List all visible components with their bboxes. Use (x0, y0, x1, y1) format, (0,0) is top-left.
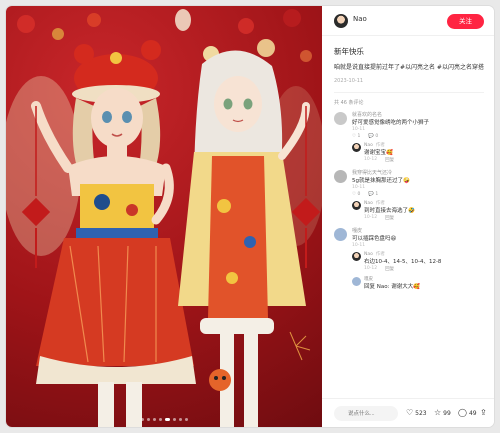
reply-button[interactable]: 回复 (385, 157, 394, 164)
author-name[interactable]: Nao (353, 15, 367, 23)
comment-actions: ♡ 1 💬 0 (352, 133, 484, 140)
comment-item: 就喜欢的名名 好可爱感觉像绣吃的两个小狮子 10-11 ♡ 1 💬 0 Nao 作… (334, 112, 484, 164)
reply-actions: 10-12 回复 (364, 215, 484, 222)
comment-count: 49 (468, 409, 477, 417)
reply-actions: 10-12 回复 (364, 266, 484, 273)
commenter-avatar[interactable] (334, 170, 347, 183)
favorite-button[interactable]: ☆ 99 (434, 409, 451, 417)
comment-text: 好可爱感觉像绣吃的两个小狮子 (352, 120, 430, 126)
reply-author-name: Nao (364, 201, 373, 206)
photo-illustration (6, 9, 322, 427)
carousel-indicator[interactable] (6, 418, 322, 421)
comment-button[interactable]: ◯ 49 (458, 409, 477, 417)
reply-date: 10-12 (364, 157, 378, 162)
chat-bubble-icon: ◯ (458, 408, 467, 417)
comment-like-button[interactable]: ♡ 1 (352, 133, 360, 140)
commenter-avatar[interactable] (334, 112, 347, 125)
reply-avatar[interactable] (352, 277, 361, 286)
comment-reply-button[interactable]: 💬 1 (368, 191, 378, 198)
comments-count: 共 46 条评论 (334, 100, 364, 106)
carousel-dot[interactable] (140, 418, 144, 421)
reply-button[interactable]: 回复 (385, 266, 394, 273)
reply-text: 右边10-4、14-5、10-4、12-8 (364, 259, 442, 265)
comment-text: 5g就是抹胸那还过了🤪 (352, 178, 410, 184)
favorite-count: 99 (443, 409, 451, 417)
like-button[interactable]: ♡ 523 (406, 409, 427, 417)
reply-avatar[interactable] (352, 201, 361, 210)
reply-item: 嘎皮 回复 Nao: 谢谢大大🥰 (352, 277, 484, 291)
reply-text: 到时直接去海选了🤣 (364, 208, 415, 214)
comment-item: 我穿得比天气还冷 5g就是抹胸那还过了🤪 10-11 ♡ 0 💬 1 Nao 作者… (334, 170, 484, 222)
share-icon: ⇪ (480, 408, 487, 417)
comment-actions: ♡ 0 💬 1 (352, 191, 484, 198)
star-icon: ☆ (434, 408, 442, 417)
comment-like-count: 1 (357, 134, 361, 139)
comment-reply-count: 1 (375, 192, 379, 197)
commenter-name[interactable]: 就喜欢的名名 (352, 112, 484, 119)
carousel-dot[interactable] (164, 418, 170, 421)
post-title: 新年快乐 (334, 47, 364, 56)
post-date: 2023-10-11 (334, 78, 364, 84)
comment-like-count: 0 (357, 192, 361, 197)
heart-icon: ♡ (406, 408, 414, 417)
reply-text: 回复 Nao: 谢谢大大🥰 (364, 284, 421, 290)
reply-item: Nao 作者 右边10-4、14-5、10-4、12-8 10-12 回复 (352, 252, 484, 273)
reply-author-name: Nao (364, 143, 373, 148)
carousel-dot[interactable] (172, 418, 176, 421)
reply-button[interactable]: 回复 (385, 215, 394, 222)
action-bar: ✎ ♡ 523 ☆ 99 ◯ 49 ⇪ (322, 398, 494, 427)
author-tag: 作者 (375, 201, 385, 206)
reply-avatar[interactable] (352, 252, 361, 261)
commenter-name[interactable]: 嘎皮 (352, 228, 484, 235)
comment-reply-button[interactable]: 💬 0 (368, 133, 378, 140)
carousel-dot[interactable] (184, 418, 188, 421)
reply-item: Nao 作者 到时直接去海选了🤣 10-12 回复 (352, 201, 484, 222)
reply-date: 10-12 (364, 266, 378, 271)
carousel-dot[interactable] (146, 418, 150, 421)
divider (334, 92, 484, 93)
commenter-name[interactable]: 我穿得比天气还冷 (352, 170, 484, 177)
author-avatar[interactable] (334, 14, 348, 28)
reply-text: 谢谢宝宝🥰 (364, 150, 393, 156)
reply-item: Nao 作者 谢谢宝宝🥰 10-12 回复 (352, 143, 484, 164)
post-detail-panel: Nao 关注 新年快乐 咱就是说直接提前过年了#以闪亮之名 #以闪亮之名穿搭 2… (322, 6, 494, 427)
reply-date: 10-12 (364, 215, 378, 220)
reply-avatar[interactable] (352, 143, 361, 152)
comment-reply-count: 0 (375, 134, 379, 139)
comment-date: 10-11 (352, 243, 366, 248)
commenter-avatar[interactable] (334, 228, 347, 241)
comment-text: 可以插踩色盘吗😄 (352, 236, 397, 242)
post-scroll-area[interactable]: 新年快乐 咱就是说直接提前过年了#以闪亮之名 #以闪亮之名穿搭 2023-10-… (322, 37, 494, 398)
carousel-dot[interactable] (158, 418, 162, 421)
post-detail-window: Nao 关注 新年快乐 咱就是说直接提前过年了#以闪亮之名 #以闪亮之名穿搭 2… (6, 6, 494, 427)
reply-author-name: Nao (364, 252, 373, 257)
author-header: Nao 关注 (322, 6, 494, 36)
post-photo[interactable] (6, 6, 322, 427)
reply-actions: 10-12 回复 (364, 157, 484, 164)
comment-input[interactable] (334, 406, 398, 421)
carousel-dot[interactable] (152, 418, 156, 421)
comment-like-button[interactable]: ♡ 0 (352, 191, 360, 198)
post-description: 咱就是说直接提前过年了#以闪亮之名 #以闪亮之名穿搭 (334, 64, 484, 71)
author-tag: 作者 (375, 252, 385, 257)
like-count: 523 (415, 409, 427, 417)
author-tag: 作者 (375, 143, 385, 148)
share-button[interactable]: ⇪ (480, 409, 487, 417)
follow-button[interactable]: 关注 (447, 14, 484, 29)
comment-item: 嘎皮 可以插踩色盘吗😄 10-11 Nao 作者 右边10-4、14-5、10-4… (334, 228, 484, 291)
carousel-dot[interactable] (178, 418, 182, 421)
